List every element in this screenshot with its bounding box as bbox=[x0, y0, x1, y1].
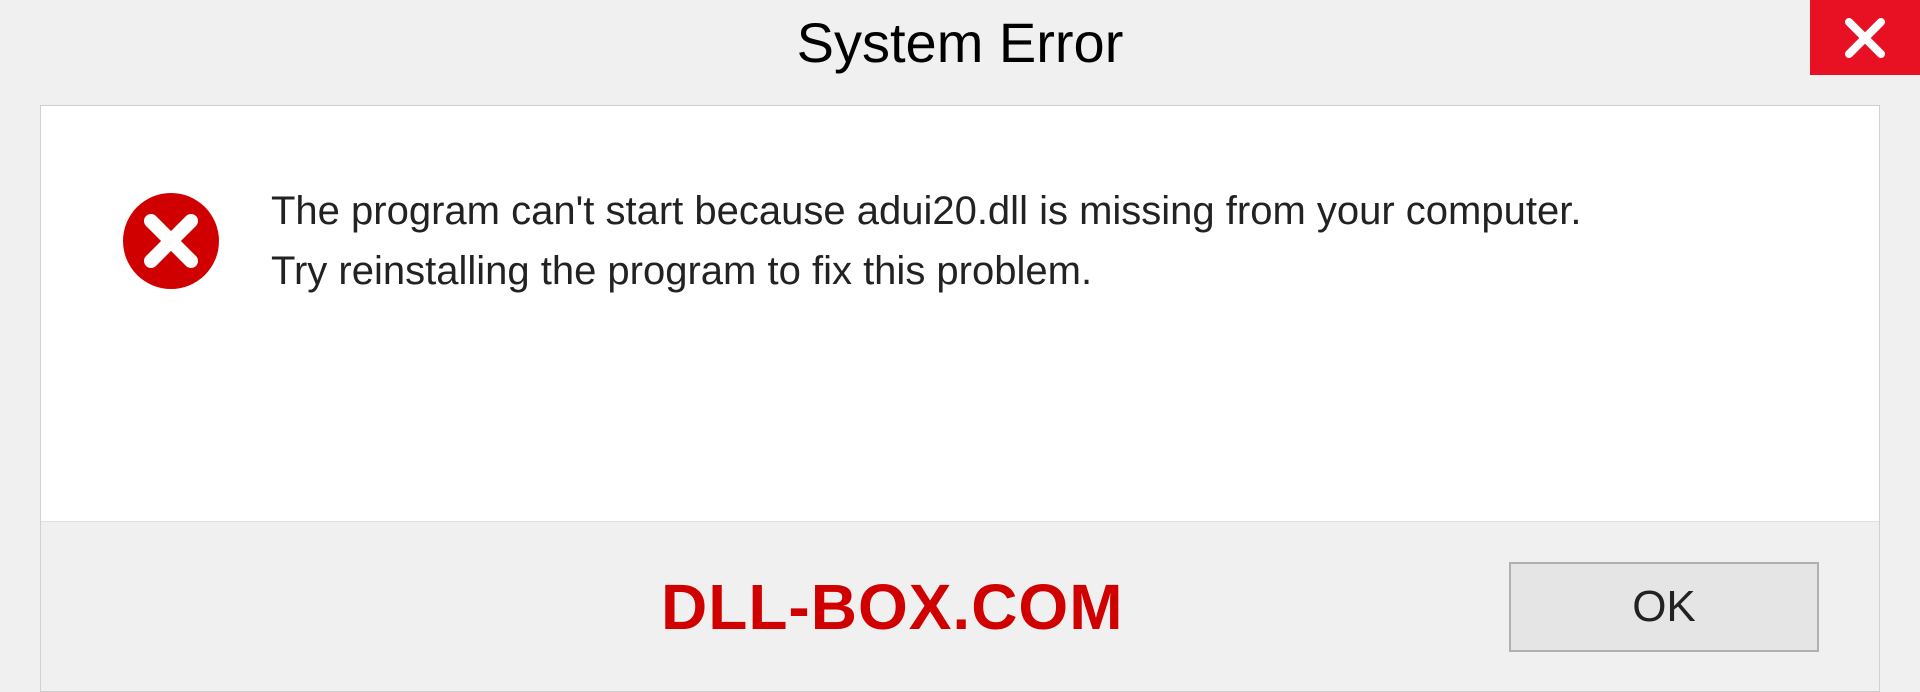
message-row: The program can't start because adui20.d… bbox=[41, 106, 1879, 521]
dialog-title: System Error bbox=[797, 10, 1124, 75]
error-message-line1: The program can't start because adui20.d… bbox=[271, 181, 1581, 241]
error-message: The program can't start because adui20.d… bbox=[271, 181, 1581, 301]
titlebar: System Error bbox=[0, 0, 1920, 95]
watermark-text: DLL-BOX.COM bbox=[661, 570, 1124, 644]
error-message-line2: Try reinstalling the program to fix this… bbox=[271, 241, 1581, 301]
error-dialog-window: System Error The program can't start bec… bbox=[0, 0, 1920, 692]
close-icon bbox=[1841, 14, 1889, 62]
content-area: The program can't start because adui20.d… bbox=[40, 105, 1880, 692]
ok-button[interactable]: OK bbox=[1509, 562, 1819, 652]
error-icon bbox=[121, 191, 221, 291]
close-button[interactable] bbox=[1810, 0, 1920, 75]
footer-row: DLL-BOX.COM OK bbox=[41, 521, 1879, 691]
